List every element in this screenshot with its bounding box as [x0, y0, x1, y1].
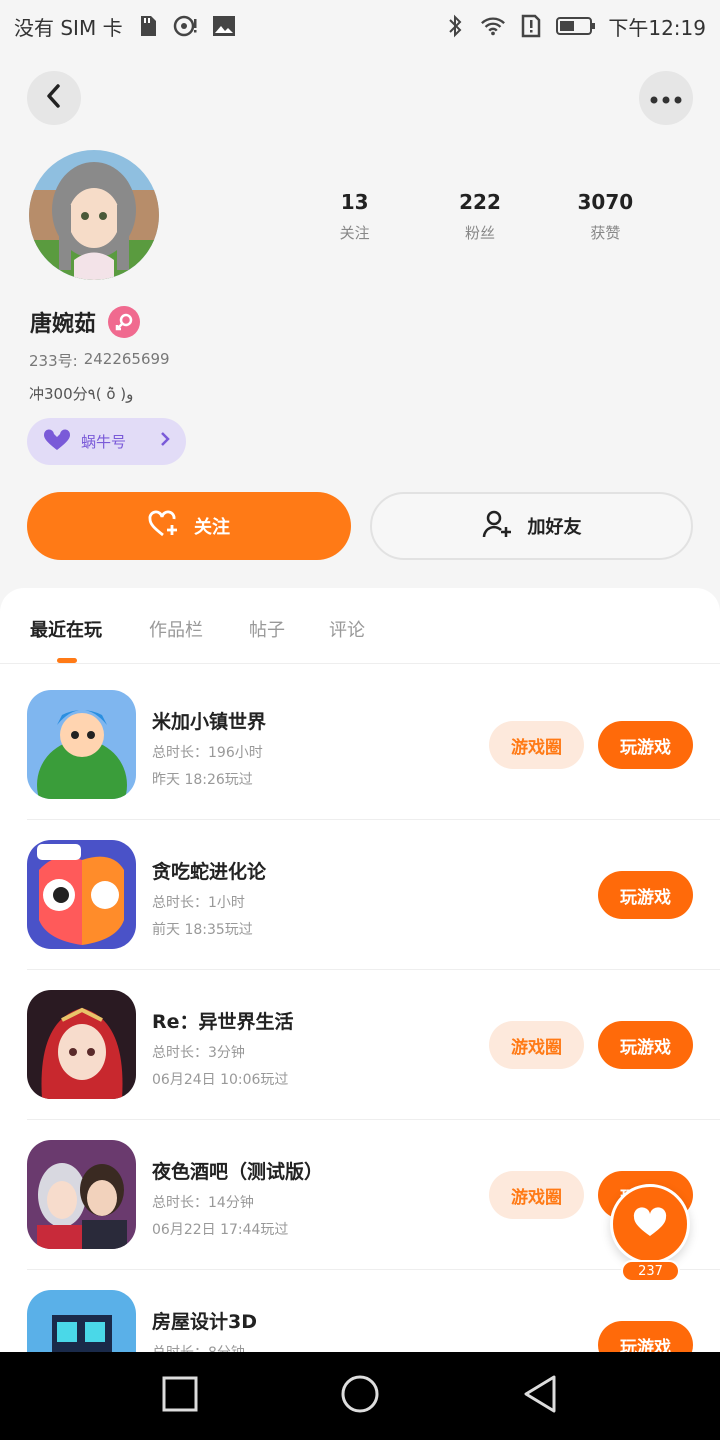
user-id: 233号: 242265699: [29, 350, 170, 371]
game-row[interactable]: 贪吃蛇进化论 总时长：1小时 前天 18:35玩过 玩游戏: [27, 820, 720, 970]
tab-posts[interactable]: 帖子: [249, 616, 285, 642]
floating-like-button[interactable]: [610, 1184, 690, 1264]
add-friend-label: 加好友: [527, 517, 582, 538]
circle-icon: [340, 1374, 380, 1418]
game-circle-button[interactable]: 游戏圈: [489, 1171, 584, 1219]
chevron-right-icon: [160, 431, 170, 452]
game-row[interactable]: 夜色酒吧（测试版） 总时长：14分钟 06月22日 17:44玩过 游戏圈 玩游…: [27, 1120, 720, 1270]
stat-label: 关注: [339, 224, 370, 242]
game-last-played: 昨天 18:26玩过: [152, 772, 253, 788]
play-game-button[interactable]: 玩游戏: [598, 871, 693, 919]
stat-value: 13: [340, 190, 369, 214]
hotspot-icon: [173, 13, 199, 39]
system-nav-bar: [0, 1352, 720, 1440]
game-duration: 总时长：8分钟: [152, 1342, 245, 1352]
profile-stats: 13 关注 222 粉丝 3070 获赞: [292, 190, 668, 243]
game-title: 夜色酒吧（测试版）: [152, 1161, 324, 1183]
recents-button[interactable]: [158, 1374, 202, 1418]
add-user-icon: [482, 509, 514, 544]
stat-value: 3070: [577, 190, 634, 214]
clock-text: 下午12:19: [608, 15, 706, 40]
play-game-button[interactable]: 玩游戏: [598, 1021, 693, 1069]
game-icon[interactable]: [27, 840, 136, 949]
tab-comments[interactable]: 评论: [329, 616, 365, 642]
game-icon[interactable]: [27, 1140, 136, 1249]
stat-likes[interactable]: 3070 获赞: [543, 190, 668, 243]
more-dots-icon: [650, 89, 682, 108]
back-arrow-icon: [43, 83, 65, 113]
user-id-label: 233号:: [29, 352, 78, 370]
username: 唐婉茹: [30, 312, 97, 337]
game-title: 米加小镇世界: [152, 711, 267, 733]
follow-button[interactable]: 关注: [27, 492, 351, 560]
stat-label: 获赞: [590, 224, 621, 242]
user-id-value: 242265699: [83, 350, 170, 368]
heart-icon: [43, 428, 71, 455]
triangle-back-icon: [522, 1374, 558, 1418]
wifi-icon: [480, 13, 506, 39]
status-bar: 没有 SIM 卡 下午12:19: [0, 0, 720, 52]
stat-label: 粉丝: [464, 224, 495, 242]
snail-id-pill[interactable]: 蜗牛号: [27, 418, 186, 465]
carrier-text: 没有 SIM 卡: [14, 15, 123, 40]
add-friend-button[interactable]: 加好友: [370, 492, 693, 560]
stat-value: 222: [459, 190, 501, 214]
game-row[interactable]: 米加小镇世界 总时长：196小时 昨天 18:26玩过 游戏圈 玩游戏: [27, 670, 720, 820]
game-duration: 总时长：14分钟: [152, 1195, 254, 1211]
game-duration: 总时长：1小时: [152, 895, 245, 911]
nav-back-button[interactable]: [518, 1374, 562, 1418]
tab-works[interactable]: 作品栏: [149, 616, 203, 642]
avatar[interactable]: [29, 150, 159, 280]
sd-card-icon: [135, 13, 161, 39]
alert-icon: [518, 13, 544, 39]
game-duration: 总时长：3分钟: [152, 1045, 245, 1061]
bluetooth-icon: [442, 13, 468, 39]
game-row[interactable]: Re：异世界生活 总时长：3分钟 06月24日 10:06玩过 游戏圈 玩游戏: [27, 970, 720, 1120]
stat-following[interactable]: 13 关注: [292, 190, 417, 243]
heart-icon: [633, 1207, 667, 1241]
tab-bar: 最近在玩 作品栏 帖子 评论: [0, 588, 720, 664]
game-duration: 总时长：196小时: [152, 745, 263, 761]
tab-recent-played[interactable]: 最近在玩: [30, 616, 102, 642]
female-icon: [108, 306, 141, 338]
game-icon[interactable]: [27, 1290, 136, 1352]
name-row: 唐婉茹: [30, 306, 141, 338]
game-last-played: 06月24日 10:06玩过: [152, 1072, 289, 1088]
home-button[interactable]: [338, 1374, 382, 1418]
game-circle-button[interactable]: 游戏圈: [489, 721, 584, 769]
game-last-played: 前天 18:35玩过: [152, 922, 253, 938]
play-game-button[interactable]: 玩游戏: [598, 721, 693, 769]
snail-id-label: 蜗牛号: [81, 433, 127, 451]
stat-fans[interactable]: 222 粉丝: [417, 190, 542, 243]
game-icon[interactable]: [27, 690, 136, 799]
heart-plus-icon: [148, 510, 180, 543]
user-bio: 冲300分٩( ö̀ )و: [29, 385, 134, 403]
square-icon: [162, 1376, 198, 1416]
follow-label: 关注: [194, 517, 230, 538]
image-icon: [211, 13, 237, 39]
more-options-button[interactable]: [639, 71, 693, 125]
game-title: Re：异世界生活: [152, 1011, 294, 1033]
game-row[interactable]: 房屋设计3D 总时长：8分钟 玩游戏: [27, 1270, 720, 1352]
play-game-button[interactable]: 玩游戏: [598, 1321, 693, 1352]
game-title: 贪吃蛇进化论: [152, 861, 267, 883]
back-button[interactable]: [27, 71, 81, 125]
game-circle-button[interactable]: 游戏圈: [489, 1021, 584, 1069]
battery-icon: [556, 13, 596, 39]
game-title: 房屋设计3D: [152, 1311, 257, 1333]
tab-indicator: [57, 658, 77, 663]
game-last-played: 06月22日 17:44玩过: [152, 1222, 289, 1238]
game-icon[interactable]: [27, 990, 136, 1099]
like-count-badge: 237: [621, 1260, 680, 1282]
